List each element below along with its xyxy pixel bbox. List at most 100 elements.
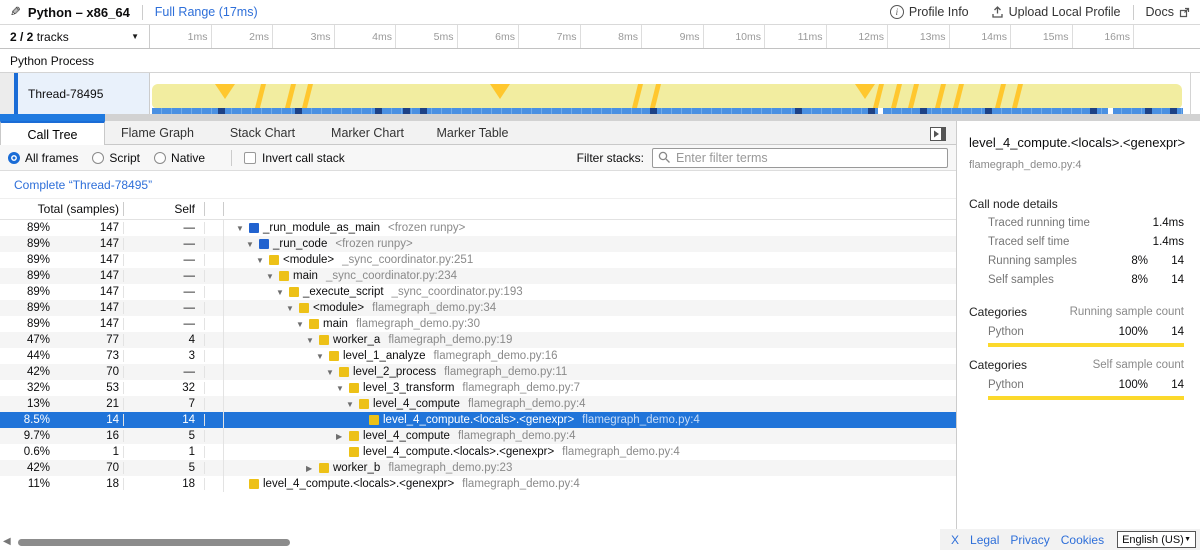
table-row[interactable]: 42%705▶worker_bflamegraph_demo.py:23 [0,460,956,476]
expander-icon[interactable]: ▼ [246,240,259,249]
function-file: flamegraph_demo.py:23 [388,462,512,474]
breadcrumb-complete-thread[interactable]: Complete “Thread-78495” [14,178,152,192]
column-header-total[interactable]: Total (samples) [0,202,124,216]
timeline-overview-scrollbar[interactable] [0,114,1200,121]
expander-icon[interactable]: ▼ [316,352,329,361]
category-header-label: Categories [969,358,1093,372]
row-self-samples: — [124,254,205,266]
profile-info-button[interactable]: i Profile Info [890,5,969,19]
function-name: level_2_process [353,366,436,378]
sidebar-detail-row: Traced self time1.4ms [957,232,1200,251]
table-row[interactable]: 89%147—▼main_sync_coordinator.py:234 [0,268,956,284]
table-row[interactable]: 13%217▼level_4_computeflamegraph_demo.py… [0,396,956,412]
table-row[interactable]: 89%147—▼_execute_script_sync_coordinator… [0,284,956,300]
process-track-header[interactable]: Python Process [0,49,1200,73]
expander-icon[interactable]: ▼ [306,336,319,345]
expander-icon[interactable]: ▼ [236,224,249,233]
table-row[interactable]: 89%147—▼_run_module_as_main<frozen runpy… [0,220,956,236]
expander-icon[interactable]: ▼ [256,256,269,265]
tab-stack-chart[interactable]: Stack Chart [210,121,315,145]
category-color-icon [349,447,359,457]
activity-spike [873,84,884,108]
footer-link-legal[interactable]: Legal [970,533,999,547]
row-total-samples: 18 [50,478,124,490]
ruler-tick: 1ms [150,25,212,48]
tab-marker-table[interactable]: Marker Table [420,121,525,145]
expander-icon[interactable]: ▼ [266,272,279,281]
activity-spike [632,84,643,108]
table-row[interactable]: 89%147—▼mainflamegraph_demo.py:30 [0,316,956,332]
row-total-samples: 21 [50,398,124,410]
footer-link-x[interactable]: X [951,533,959,547]
table-row[interactable]: 89%147—▼<module>_sync_coordinator.py:251 [0,252,956,268]
table-row[interactable]: 47%774▼worker_aflamegraph_demo.py:19 [0,332,956,348]
table-row[interactable]: 9.7%165▶level_4_computeflamegraph_demo.p… [0,428,956,444]
function-name: level_3_transform [363,382,454,394]
category-value: 14 [1148,326,1184,338]
expander-icon[interactable]: ▼ [336,384,349,393]
thread-track-gutter [0,73,14,114]
row-total-samples: 147 [50,254,124,266]
row-total-percent: 32% [0,382,50,394]
expander-icon[interactable]: ▼ [326,368,339,377]
radio-script[interactable]: Script [92,151,140,165]
docs-link[interactable]: Docs [1146,5,1190,19]
full-range-button[interactable]: Full Range (17ms) [155,5,258,19]
table-row[interactable]: 0.6%11level_4_compute.<locals>.<genexpr>… [0,444,956,460]
tracks-dropdown[interactable]: 2 / 2 tracks ▼ [0,25,150,48]
row-gutter [205,332,224,348]
thread-track-label[interactable]: Thread-78495 [18,73,150,114]
timeline-overview-thumb[interactable] [0,114,105,121]
row-total-samples: 147 [50,270,124,282]
expander-icon[interactable]: ▼ [286,304,299,313]
expander-icon[interactable]: ▶ [306,464,319,473]
sidebar-detail-row: Traced running time1.4ms [957,213,1200,232]
ruler-tick: 2ms [212,25,274,48]
detail-label: Running samples [988,255,1108,267]
footer-link-privacy[interactable]: Privacy [1010,533,1049,547]
row-total-percent: 44% [0,350,50,362]
sidebar-toggle-button[interactable] [929,126,947,141]
expander-icon[interactable]: ▶ [336,432,349,441]
row-self-samples: 18 [124,478,205,490]
expander-icon[interactable]: ▼ [346,400,359,409]
table-row[interactable]: 42%70—▼level_2_processflamegraph_demo.py… [0,364,956,380]
row-total-samples: 73 [50,350,124,362]
table-row[interactable]: 89%147—▼<module>flamegraph_demo.py:34 [0,300,956,316]
expander-icon[interactable]: ▼ [276,288,289,297]
row-total-samples: 53 [50,382,124,394]
tab-flame-graph[interactable]: Flame Graph [105,121,210,145]
activity-spike [285,84,296,108]
chevron-down-icon: ▼ [1184,536,1191,543]
row-total-percent: 9.7% [0,430,50,442]
row-total-percent: 89% [0,222,50,234]
call-tree-header: Total (samples) Self [0,198,956,220]
filter-stacks-input[interactable]: Enter filter terms [652,148,948,168]
function-name: level_1_analyze [343,350,425,362]
row-self-samples: — [124,286,205,298]
row-tree-cell: ▼level_3_transformflamegraph_demo.py:7 [224,382,956,394]
table-row[interactable]: 32%5332▼level_3_transformflamegraph_demo… [0,380,956,396]
edit-profile-name-icon[interactable]: ✎ [10,4,21,20]
table-row[interactable]: 89%147—▼_run_code<frozen runpy> [0,236,956,252]
scroll-left-arrow[interactable]: ◀ [3,536,11,547]
language-select[interactable]: English (US) ▼ [1117,531,1196,548]
tab-call-tree[interactable]: Call Tree [0,121,105,146]
table-row[interactable]: 11%1818level_4_compute.<locals>.<genexpr… [0,476,956,492]
invert-call-stack-checkbox[interactable] [244,152,256,164]
tab-marker-chart[interactable]: Marker Chart [315,121,420,145]
row-total-samples: 14 [50,414,124,426]
radio-all-frames[interactable]: All frames [8,151,78,165]
horizontal-scrollbar-thumb[interactable] [18,539,290,546]
column-header-self[interactable]: Self [124,202,205,216]
category-color-icon [289,287,299,297]
upload-profile-button[interactable]: Upload Local Profile [991,5,1121,19]
expander-icon[interactable]: ▼ [296,320,309,329]
table-row[interactable]: 8.5%1414level_4_compute.<locals>.<genexp… [0,412,956,428]
function-file: flamegraph_demo.py:11 [444,366,567,378]
footer-link-cookies[interactable]: Cookies [1061,533,1104,547]
sidebar-node-title: level_4_compute.<locals>.<genexpr> [969,135,1193,150]
table-row[interactable]: 44%733▼level_1_analyzeflamegraph_demo.py… [0,348,956,364]
thread-activity-graph[interactable] [152,84,1182,108]
radio-native[interactable]: Native [154,151,205,165]
